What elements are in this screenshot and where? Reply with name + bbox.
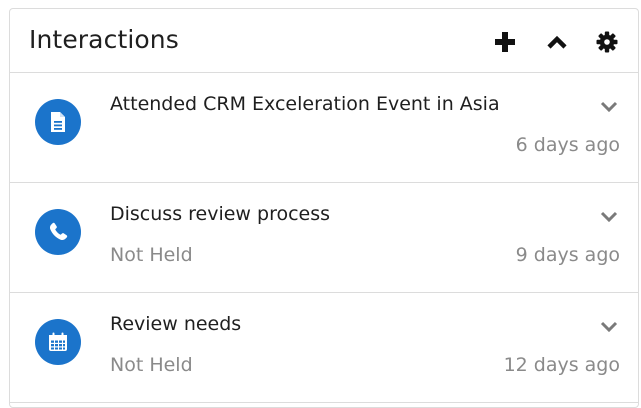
document-icon [35, 99, 81, 145]
item-time: 6 days ago [515, 134, 620, 156]
chevron-up-icon[interactable] [546, 31, 568, 53]
plus-icon[interactable] [494, 31, 516, 53]
list-item[interactable]: Attended CRM Exceleration Event in Asia … [10, 73, 638, 183]
item-name[interactable]: Review needs [110, 313, 241, 335]
chevron-down-icon[interactable] [600, 101, 618, 113]
calendar-icon [35, 319, 81, 365]
item-time: 9 days ago [515, 244, 620, 266]
item-status: Not Held [110, 354, 193, 376]
interactions-dashlet: Interactions Attended CRM Exceleration E… [9, 8, 639, 408]
dashlet-title: Interactions [29, 25, 179, 54]
chevron-down-icon[interactable] [600, 211, 618, 223]
phone-icon [35, 209, 81, 255]
list-item[interactable]: Review needs Not Held 12 days ago [10, 293, 638, 403]
dashlet-header: Interactions [10, 9, 638, 73]
chevron-down-icon[interactable] [600, 321, 618, 333]
gear-icon[interactable] [596, 31, 618, 53]
item-name[interactable]: Attended CRM Exceleration Event in Asia [110, 93, 500, 115]
item-status: Not Held [110, 244, 193, 266]
item-time: 12 days ago [503, 354, 620, 376]
list-item[interactable]: Discuss review process Not Held 9 days a… [10, 183, 638, 293]
item-name[interactable]: Discuss review process [110, 203, 330, 225]
